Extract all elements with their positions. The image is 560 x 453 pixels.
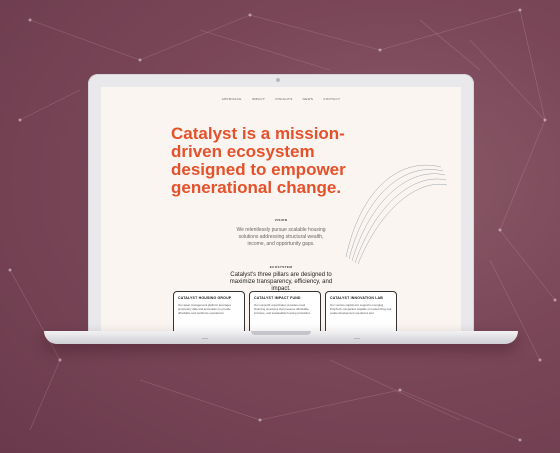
ecosystem-text: Catalyst's three pillars are designed to…: [229, 272, 333, 292]
nav-link-contact[interactable]: Contact: [323, 97, 340, 101]
vision-label: VISION: [274, 218, 288, 222]
card-title: CATALYST HOUSING GROUP: [178, 296, 232, 300]
pillar-card-housing-group[interactable]: CATALYST HOUSING GROUP Our asset managem…: [173, 291, 245, 336]
card-body: Our asset management platform leverages …: [178, 303, 232, 315]
pillar-cards: CATALYST HOUSING GROUP Our asset managem…: [173, 291, 397, 336]
card-body: Our venture capital arm supports emergin…: [330, 303, 392, 315]
card-title: CATALYST IMPACT FUND: [254, 296, 301, 300]
laptop-screen: Approach Impact Insights News Contact Ca…: [101, 87, 461, 336]
nav-link-insights[interactable]: Insights: [275, 97, 292, 101]
vision-text: We relentlessly pursue scalable housing …: [236, 227, 326, 247]
base-foot: [202, 338, 208, 339]
nav-link-news[interactable]: News: [303, 97, 314, 101]
nav-link-impact[interactable]: Impact: [252, 97, 266, 101]
camera-icon: [276, 78, 280, 82]
decorative-arc-graphic: [345, 164, 448, 265]
pillar-card-impact-fund[interactable]: CATALYST IMPACT FUND Our nonprofit organ…: [249, 291, 321, 336]
site-nav: Approach Impact Insights News Contact: [101, 97, 461, 101]
laptop-lid: Approach Impact Insights News Contact Ca…: [88, 74, 474, 336]
pillar-card-innovation-lab[interactable]: CATALYST INNOVATION LAB Our venture capi…: [325, 291, 397, 336]
nav-link-approach[interactable]: Approach: [222, 97, 242, 101]
base-foot: [354, 338, 360, 339]
ecosystem-label: ECOSYSTEM: [269, 265, 293, 269]
laptop-base: [44, 331, 518, 344]
base-notch: [251, 331, 311, 335]
card-body: Our nonprofit organization provides nove…: [254, 303, 311, 315]
card-title: CATALYST INNOVATION LAB: [330, 296, 384, 300]
